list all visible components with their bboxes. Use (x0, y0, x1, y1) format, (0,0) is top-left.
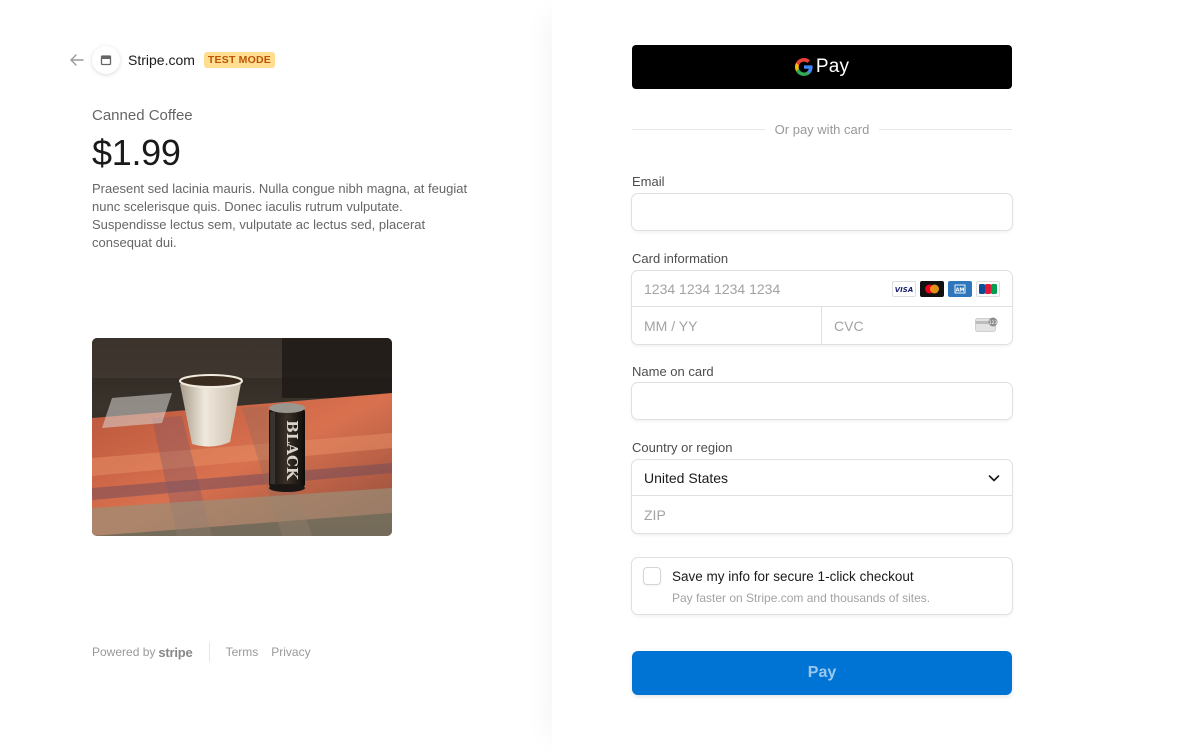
card-brands: VISA AM (892, 281, 1000, 297)
stripe-logo[interactable]: stripe (158, 645, 192, 660)
product-description: Praesent sed lacinia mauris. Nulla congu… (92, 181, 468, 250)
name-label: Name on card (632, 364, 714, 379)
footer: Powered by stripe Terms Privacy (92, 642, 324, 662)
google-pay-label: Pay (815, 56, 850, 77)
merchant-name: Stripe.com (128, 52, 195, 68)
name-field-container (632, 383, 1012, 419)
product-image: BLACK (92, 338, 392, 536)
save-info-title: Save my info for secure 1-click checkout (672, 569, 914, 584)
expiry-input[interactable] (632, 307, 821, 344)
email-field[interactable] (632, 194, 1012, 230)
cvc-card-icon: 123 (975, 317, 998, 332)
country-select[interactable]: United States (632, 460, 1012, 496)
svg-text:VISA: VISA (895, 286, 913, 294)
order-summary-panel: Stripe.com TEST MODE Canned Coffee $1.99… (0, 0, 552, 752)
country-zip-group: United States (632, 460, 1012, 533)
save-info-box: Save my info for secure 1-click checkout… (632, 558, 1012, 614)
zip-input[interactable] (632, 496, 1012, 533)
card-info-group: VISA AM (632, 271, 1012, 344)
product-price: $1.99 (92, 132, 181, 173)
name-field[interactable] (632, 383, 1012, 419)
svg-text:AM: AM (956, 288, 965, 294)
country-label: Country or region (632, 440, 733, 455)
card-number-row: VISA AM (632, 271, 1012, 307)
save-info-subtitle: Pay faster on Stripe.com and thousands o… (672, 591, 931, 605)
back-arrow-icon[interactable] (70, 53, 84, 67)
privacy-link[interactable]: Privacy (271, 645, 310, 659)
card-info-label: Card information (632, 251, 729, 266)
country-value: United States (644, 469, 729, 486)
chevron-down-icon (988, 475, 1000, 482)
can-label: BLACK (283, 420, 301, 481)
divider-text: Or pay with card (774, 122, 870, 137)
email-label: Email (632, 174, 665, 189)
google-pay-button[interactable]: Pay (632, 45, 1012, 89)
mastercard-icon (920, 281, 944, 297)
terms-link[interactable]: Terms (226, 645, 259, 659)
email-field-container (632, 194, 1012, 230)
zip-container (632, 496, 1012, 533)
product-name: Canned Coffee (92, 107, 193, 124)
cvc-container: 123 (822, 307, 1012, 344)
powered-by-text: Powered by (92, 645, 156, 659)
merchant-header: Stripe.com TEST MODE (70, 46, 275, 74)
payment-panel: Pay Or pay with card Email Card informat… (552, 0, 1186, 752)
footer-separator (208, 642, 210, 662)
expiry-container (632, 307, 822, 344)
amex-icon: AM (948, 281, 972, 297)
store-icon (92, 46, 120, 74)
card-expiry-cvc-row: 123 (632, 307, 1012, 344)
pay-button[interactable]: Pay (632, 651, 1012, 695)
google-g-icon (794, 58, 813, 76)
visa-icon: VISA (892, 281, 916, 297)
test-mode-badge: TEST MODE (203, 52, 275, 68)
save-info-checkbox[interactable] (643, 567, 661, 585)
svg-text:123: 123 (989, 320, 998, 326)
powered-by: Powered by stripe (92, 645, 193, 660)
jcb-icon (976, 281, 1000, 297)
or-divider: Or pay with card (632, 122, 1012, 137)
